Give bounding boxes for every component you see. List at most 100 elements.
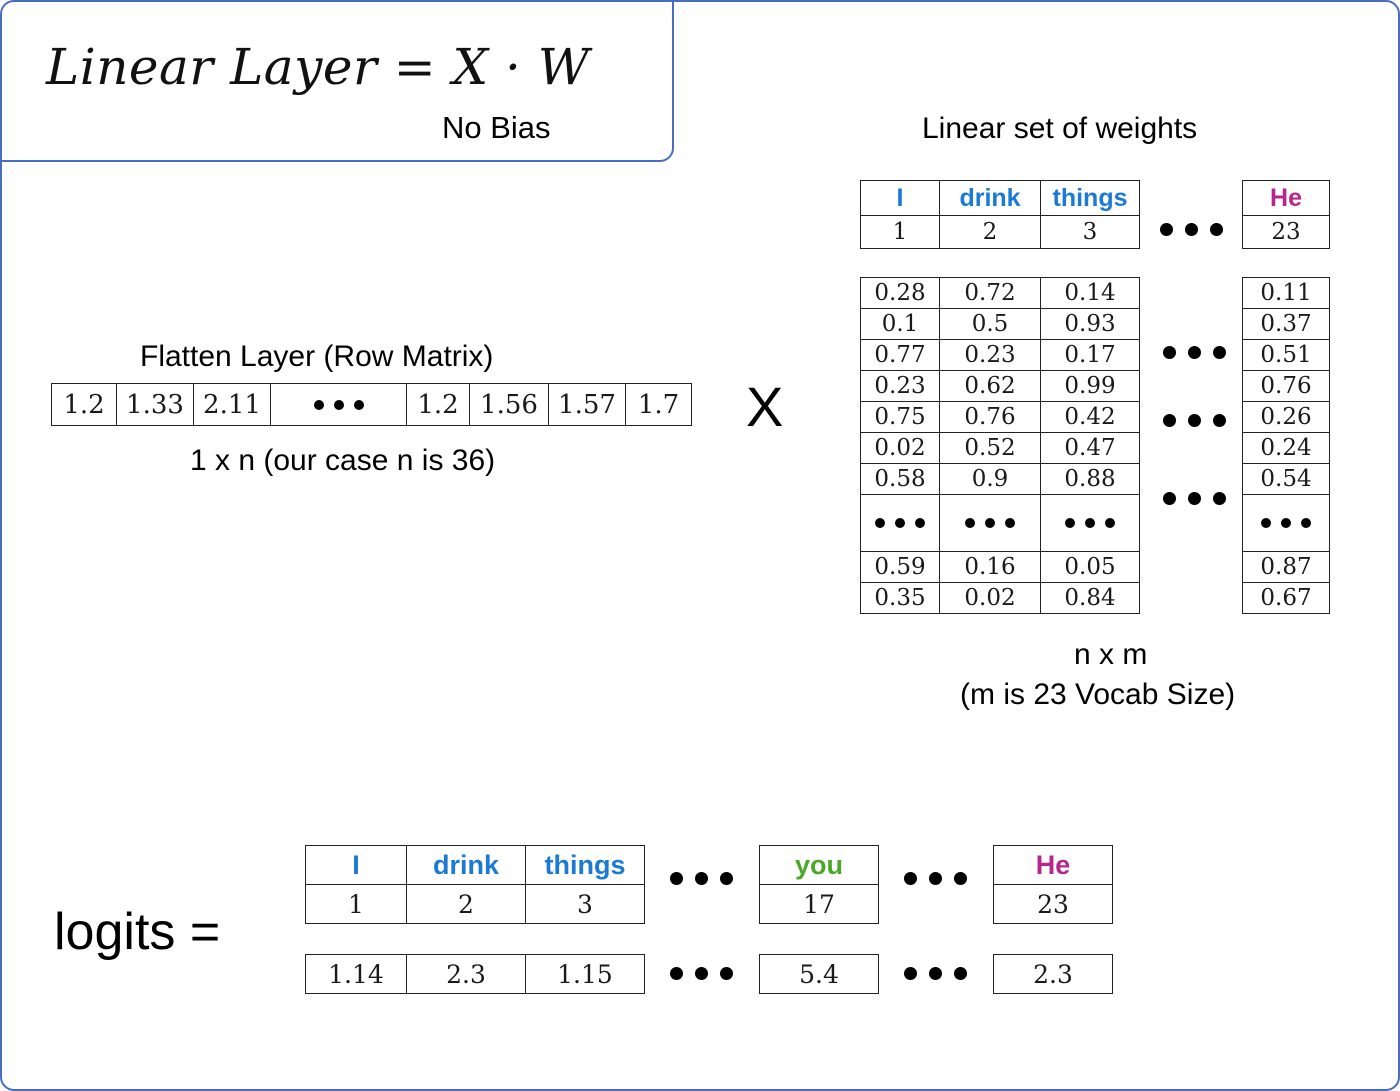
logits-values-ellipsis-1: [670, 967, 733, 980]
weights-last-cell-6: 0.54: [1242, 463, 1330, 495]
weights-header-index-2: 3: [1040, 215, 1140, 249]
weights-last-cell-1: 0.37: [1242, 308, 1330, 340]
weights-cell-8-0: 0.59: [860, 551, 940, 583]
logits-values-row: 1.14 2.3 1.15: [305, 954, 645, 994]
linear-layer-formula: Linear Layer = X · W: [46, 38, 590, 96]
cell-ellipsis: [861, 518, 939, 528]
weights-last-row: 0.87: [1242, 551, 1330, 583]
logits-last-index-row: 23: [993, 884, 1113, 924]
weights-cell-5-1: 0.52: [939, 432, 1041, 464]
weights-last-cell-9: 0.67: [1242, 582, 1330, 614]
weights-last-row: 0.24: [1242, 432, 1330, 464]
no-bias-note: No Bias: [442, 110, 551, 145]
weights-last-row: 0.76: [1242, 370, 1330, 402]
weights-cell-5-0: 0.02: [860, 432, 940, 464]
flatten-cell-5: 1.56: [469, 383, 549, 426]
weights-matrix-ellipsis-3: [1163, 492, 1226, 505]
flatten-cell-7: 1.7: [625, 383, 692, 426]
weights-last-row: [1242, 494, 1330, 552]
weights-matrix-row: 0.75 0.76 0.42: [860, 401, 1140, 433]
weights-cell-1-2: 0.93: [1040, 308, 1140, 340]
weights-cell-6-1: 0.9: [939, 463, 1041, 495]
flatten-heading: Flatten Layer (Row Matrix): [140, 340, 494, 373]
weights-last-row: 0.37: [1242, 308, 1330, 340]
weights-dims-caption: n x m: [1074, 638, 1148, 671]
logits-values-table: 1.14 2.3 1.15: [305, 954, 645, 994]
weights-matrix-row: 0.02 0.52 0.47: [860, 432, 1140, 464]
logits-value-2: 1.15: [525, 954, 645, 994]
weights-vocab-caption: (m is 23 Vocab Size): [960, 678, 1236, 711]
weights-header-index-row: 1 2 3: [860, 215, 1140, 249]
weights-cell-1-0: 0.1: [860, 308, 940, 340]
flatten-dims-caption: 1 x n (our case n is 36): [190, 444, 496, 477]
weights-last-cell-5: 0.24: [1242, 432, 1330, 464]
weights-matrix-row: 0.1 0.5 0.93: [860, 308, 1140, 340]
weights-cell-6-0: 0.58: [860, 463, 940, 495]
weights-last-cell-7: [1242, 494, 1330, 552]
weights-cell-0-0: 0.28: [860, 277, 940, 309]
weights-header-index-0: 1: [860, 215, 940, 249]
weights-header-word-2: things: [1040, 180, 1140, 216]
weights-last-cell-4: 0.26: [1242, 401, 1330, 433]
weights-cell-4-0: 0.75: [860, 401, 940, 433]
logits-header-ellipsis-1: [670, 872, 733, 885]
flatten-cell-4: 1.2: [406, 383, 470, 426]
logits-mid-index-row: 17: [759, 884, 879, 924]
logits-mid-value-table: 5.4: [759, 954, 879, 994]
weights-header-last-word: He: [1242, 180, 1330, 216]
weights-last-row: 0.51: [1242, 339, 1330, 371]
flatten-cell-2: 2.11: [193, 383, 271, 426]
logits-value-1: 2.3: [406, 954, 526, 994]
weights-header-last-index-row: 23: [1242, 215, 1330, 249]
weights-last-cell-3: 0.76: [1242, 370, 1330, 402]
cell-ellipsis: [1243, 518, 1329, 528]
weights-header-last-word-row: He: [1242, 180, 1330, 216]
flatten-cell-3: [270, 383, 407, 426]
logits-last-word-row: He: [993, 845, 1113, 885]
weights-cell-8-1: 0.16: [939, 551, 1041, 583]
weights-heading: Linear set of weights: [922, 112, 1198, 145]
logits-last-word: He: [993, 845, 1113, 885]
weights-last-row: 0.26: [1242, 401, 1330, 433]
weights-last-row: 0.11: [1242, 277, 1330, 309]
weights-cell-3-1: 0.62: [939, 370, 1041, 402]
title-box: Linear Layer = X · W No Bias: [2, 2, 674, 162]
weights-matrix-row: 0.58 0.9 0.88: [860, 463, 1140, 495]
weights-matrix-table: 0.28 0.72 0.14 0.1 0.5 0.93 0.77 0.23 0.17 0.23 0.…: [860, 277, 1140, 614]
logits-values-ellipsis-2: [904, 967, 967, 980]
logits-last-table: He 23: [993, 845, 1113, 924]
flatten-cell-1: 1.33: [116, 383, 194, 426]
weights-cell-3-2: 0.99: [1040, 370, 1140, 402]
cell-ellipsis: [1041, 518, 1139, 528]
weights-matrix-row: 0.77 0.23 0.17: [860, 339, 1140, 371]
weights-last-cell-2: 0.51: [1242, 339, 1330, 371]
weights-cell-5-2: 0.47: [1040, 432, 1140, 464]
weights-header-last-table: He 23: [1242, 180, 1330, 249]
flatten-row-table: 1.2 1.33 2.11 1.2 1.56 1.57 1.7: [51, 383, 692, 426]
weights-header-index-1: 2: [939, 215, 1041, 249]
logits-mid-value: 5.4: [759, 954, 879, 994]
logits-word-2: things: [525, 845, 645, 885]
weights-last-row: 0.54: [1242, 463, 1330, 495]
flatten-cell-0: 1.2: [51, 383, 117, 426]
weights-cell-1-1: 0.5: [939, 308, 1041, 340]
logits-mid-value-row: 5.4: [759, 954, 879, 994]
logits-last-value-row: 2.3: [993, 954, 1113, 994]
weights-header-last-index: 23: [1242, 215, 1330, 249]
weights-header-word-row: I drink things: [860, 180, 1140, 216]
weights-cell-7-0: [860, 494, 940, 552]
logits-last-index: 23: [993, 884, 1113, 924]
weights-matrix-row: 0.28 0.72 0.14: [860, 277, 1140, 309]
weights-cell-6-2: 0.88: [1040, 463, 1140, 495]
cell-ellipsis: [940, 518, 1040, 528]
weights-matrix-last-column-table: 0.11 0.37 0.51 0.76 0.26 0.24 0.54 0.87 0.67: [1242, 277, 1330, 614]
logits-index-1: 2: [406, 884, 526, 924]
weights-matrix-row: [860, 494, 1140, 552]
weights-cell-2-0: 0.77: [860, 339, 940, 371]
flatten-cell-6: 1.57: [548, 383, 626, 426]
weights-header-ellipsis: [1160, 223, 1223, 236]
weights-matrix-ellipsis-2: [1163, 414, 1226, 427]
logits-word-1: drink: [406, 845, 526, 885]
weights-cell-4-2: 0.42: [1040, 401, 1140, 433]
cell-ellipsis: [271, 399, 406, 410]
